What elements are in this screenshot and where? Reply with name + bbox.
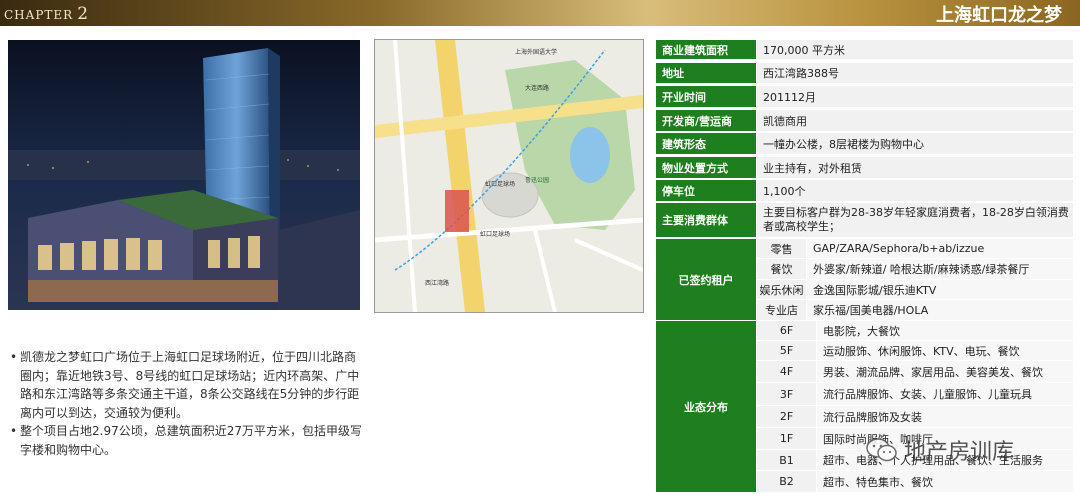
info-label: 主要消费群体 [656,203,756,238]
info-row: 开业时间 201112月 [656,86,1073,108]
tenant-category: 餐饮 [756,259,806,280]
floor-level: 4F [756,361,816,383]
map-label-road2: 西江湾路 [425,279,449,287]
floor-level: 6F [756,321,816,341]
tenant-category: 专业店 [756,300,806,321]
chapter-number: 2 [77,4,90,24]
chapter-label: CHAPTER 2 [4,4,89,24]
info-value: 1,100个 [756,180,1073,202]
header-bar: CHAPTER 2 上海虹口龙之梦 [0,0,1080,26]
info-label: 停车位 [656,180,756,202]
info-row: 商业建筑面积 170,000 平方米 [656,40,1073,60]
tenant-category: 零售 [756,239,806,259]
tenants-label: 已签约租户 [656,239,756,321]
floor-level: 2F [756,406,816,428]
info-row: 停车位 1,100个 [656,180,1073,202]
info-label: 地址 [656,63,756,84]
map-illustration: 上海外国语大学 鲁迅公园 虹口足球场 虹口足球场 大连西路 西江湾路 [375,40,643,312]
tenant-category: 娱乐休闲 [756,280,806,300]
info-table: 商业建筑面积 170,000 平方米 地址 西江湾路388号 开业时间 201112月… [656,40,1073,493]
tenant-row: 零售 GAP/ZARA/Sephora/b+ab/izzue [756,239,1073,259]
info-value: 西江湾路388号 [756,63,1073,84]
info-value: 凯德商用 [756,110,1073,132]
tenant-row: 餐饮 外婆家/新辣道/ 哈根达斯/麻辣诱惑/绿茶餐厅 [756,259,1073,280]
floor-row: 3F 流行品牌服饰、女装、儿童服饰、儿童玩具 [756,383,1073,406]
floor-value: 流行品牌服饰及女装 [816,406,1073,428]
floor-level: B1 [756,450,816,471]
map-label-station2: 虹口足球场 [480,230,510,238]
map-label-park: 鲁迅公园 [525,176,549,184]
building-photo [8,40,360,310]
floor-value: 男装、潮流品牌、家居用品、美容美发、餐饮 [816,361,1073,383]
info-label: 开业时间 [656,86,756,108]
info-label: 建筑形态 [656,133,756,155]
page-title: 上海虹口龙之梦 [936,5,1062,26]
project-site-marker [445,190,469,232]
floor-level: 1F [756,428,816,450]
floor-value: 运动服饰、休闲服饰、KTV、电玩、餐饮 [816,341,1073,361]
floor-level: 3F [756,383,816,406]
map-label-road1: 大连西路 [525,84,549,92]
tenant-row: 娱乐休闲 金逸国际影城/银乐迪KTV [756,280,1073,300]
info-label: 开发商/营运商 [656,110,756,132]
location-map[interactable]: 上海外国语大学 鲁迅公园 虹口足球场 虹口足球场 大连西路 西江湾路 [374,39,644,313]
floor-row: 5F 运动服饰、休闲服饰、KTV、电玩、餐饮 [756,341,1073,361]
floors-label: 业态分布 [656,321,756,493]
info-value: 一幢办公楼，8层裙楼为购物中心 [756,133,1073,155]
floor-value: 电影院，大餐饮 [816,321,1073,341]
desc-bullet: • 整个项目占地2.97公顷，总建筑面积近27万平方米，包括甲级写字楼和购物中心。 [10,422,362,459]
info-value: 170,000 平方米 [756,40,1073,60]
floor-level: B2 [756,471,816,493]
project-description: • 凯德龙之梦虹口广场位于上海虹口足球场附近，位于四川北路商圈内；靠近地铁3号、8… [10,348,362,459]
info-value: 业主持有，对外租赁 [756,157,1073,179]
tenant-value: 金逸国际影城/银乐迪KTV [806,280,1073,300]
desc-text: 整个项目占地2.97公顷，总建筑面积近27万平方米，包括甲级写字楼和购物中心。 [20,424,362,457]
chapter-text: CHAPTER [4,8,74,22]
info-label: 商业建筑面积 [656,40,756,60]
desc-text: 凯德龙之梦虹口广场位于上海虹口足球场附近，位于四川北路商圈内；靠近地铁3号、8号… [20,350,360,420]
info-row: 主要消费群体 主要目标客户群为28-38岁年轻家庭消费者，18-28岁白领消费者或… [656,203,1073,238]
info-row: 建筑形态 一幢办公楼，8层裙楼为购物中心 [656,133,1073,155]
floor-row: 6F 电影院，大餐饮 [756,321,1073,341]
map-label-university: 上海外国语大学 [515,48,557,56]
tenant-row: 专业店 家乐福/国美电器/HOLA [756,300,1073,321]
tenant-value: 家乐福/国美电器/HOLA [806,300,1073,321]
building-illustration [8,40,360,310]
floor-row: 2F 流行品牌服饰及女装 [756,406,1073,428]
info-label: 物业处置方式 [656,157,756,179]
tenant-value: 外婆家/新辣道/ 哈根达斯/麻辣诱惑/绿茶餐厅 [806,259,1073,280]
desc-bullet: • 凯德龙之梦虹口广场位于上海虹口足球场附近，位于四川北路商圈内；靠近地铁3号、8… [10,348,362,422]
info-row: 物业处置方式 业主持有，对外租赁 [656,157,1073,179]
floor-row: B2 超市、特色集市、餐饮 [756,471,1073,493]
watermark: 地产房训库 [866,434,1014,466]
watermark-text: 地产房训库 [904,440,1015,465]
floor-value: 流行品牌服饰、女装、儿童服饰、儿童玩具 [816,383,1073,406]
tenant-value: GAP/ZARA/Sephora/b+ab/izzue [806,239,1073,259]
floor-level: 5F [756,341,816,361]
info-row: 地址 西江湾路388号 [656,63,1073,84]
info-row: 开发商/营运商 凯德商用 [656,110,1073,132]
floor-value: 超市、特色集市、餐饮 [816,471,1073,493]
wechat-icon [866,438,897,462]
floor-row: 4F 男装、潮流品牌、家居用品、美容美发、餐饮 [756,361,1073,383]
info-value: 201112月 [756,86,1073,108]
map-label-station1: 虹口足球场 [485,180,515,188]
info-value: 主要目标客户群为28-38岁年轻家庭消费者，18-28岁白领消费者或高校学生； [756,203,1073,238]
